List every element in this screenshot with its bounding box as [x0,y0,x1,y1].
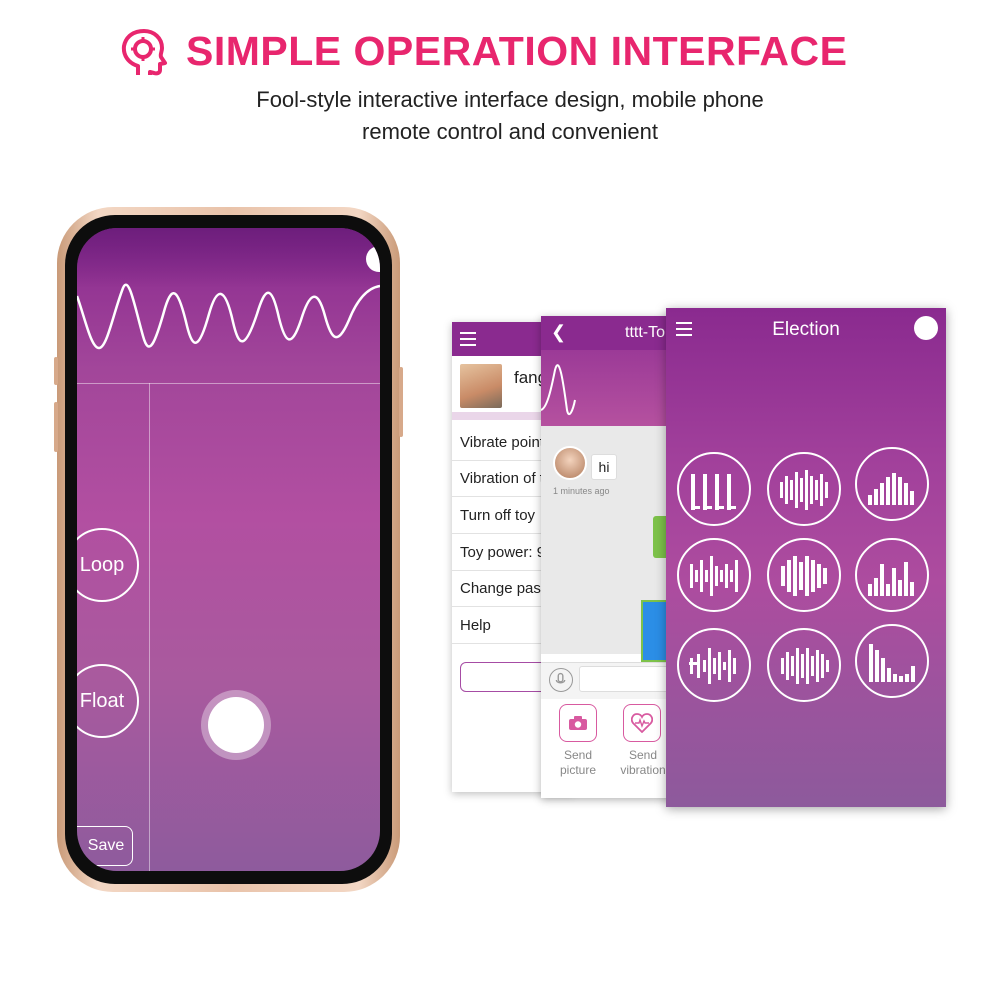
election-title: Election [772,319,840,340]
control-knob[interactable] [208,697,264,753]
save-button[interactable]: Save [77,826,133,866]
message-input[interactable] [579,666,671,692]
divider [77,383,380,384]
subtitle-line-2: remote control and convenient [362,119,658,144]
send-vibration-label: Send vibration [620,748,666,777]
pattern-button-6[interactable] [855,538,929,612]
pattern-button-9[interactable] [855,624,929,698]
avatar [553,446,587,480]
phone-power-button [399,367,403,437]
phone-side-button [54,357,58,385]
chat-top-bar: ❮ tttt-To [541,316,671,350]
float-button[interactable]: Float [77,664,139,738]
app-logo-icon [914,316,938,340]
pattern-button-5[interactable] [767,538,841,612]
subtitle-line-1: Fool-style interactive interface design,… [256,87,764,112]
heart-wave-icon[interactable] [623,704,661,742]
pattern-button-2[interactable] [767,452,841,526]
pattern-button-4[interactable] [677,538,751,612]
microphone-icon[interactable] [549,668,573,692]
chat-waveform [541,350,671,426]
election-screen: Election [666,308,946,807]
chat-title: tttt-To [625,324,666,341]
vibration-waveform [541,364,576,416]
message-bubble: hi [591,454,617,480]
vibration-waveform [77,283,380,350]
main-phone: Loop Float Save [54,207,403,892]
head-gear-icon [121,29,167,76]
pattern-button-3[interactable] [855,447,929,521]
page-subtitle: Fool-style interactive interface design,… [200,84,820,148]
pattern-button-1[interactable] [677,452,751,526]
control-screen: Loop Float Save [77,228,380,871]
phone-side-button [54,402,58,452]
loop-button[interactable]: Loop [77,528,139,602]
message-timestamp: 1 minutes ago [553,486,610,496]
menu-icon[interactable] [460,332,476,350]
back-icon[interactable]: ❮ [551,322,566,343]
divider [149,383,150,871]
avatar [460,364,502,408]
pattern-button-8[interactable] [767,628,841,702]
camera-icon[interactable] [559,704,597,742]
pattern-button-7[interactable] [677,628,751,702]
chat-screen: ❮ tttt-To hi 1 minutes ago Send picture … [541,316,671,798]
send-picture-label: Send picture [559,748,597,777]
page-title: SIMPLE OPERATION INTERFACE [186,28,848,74]
